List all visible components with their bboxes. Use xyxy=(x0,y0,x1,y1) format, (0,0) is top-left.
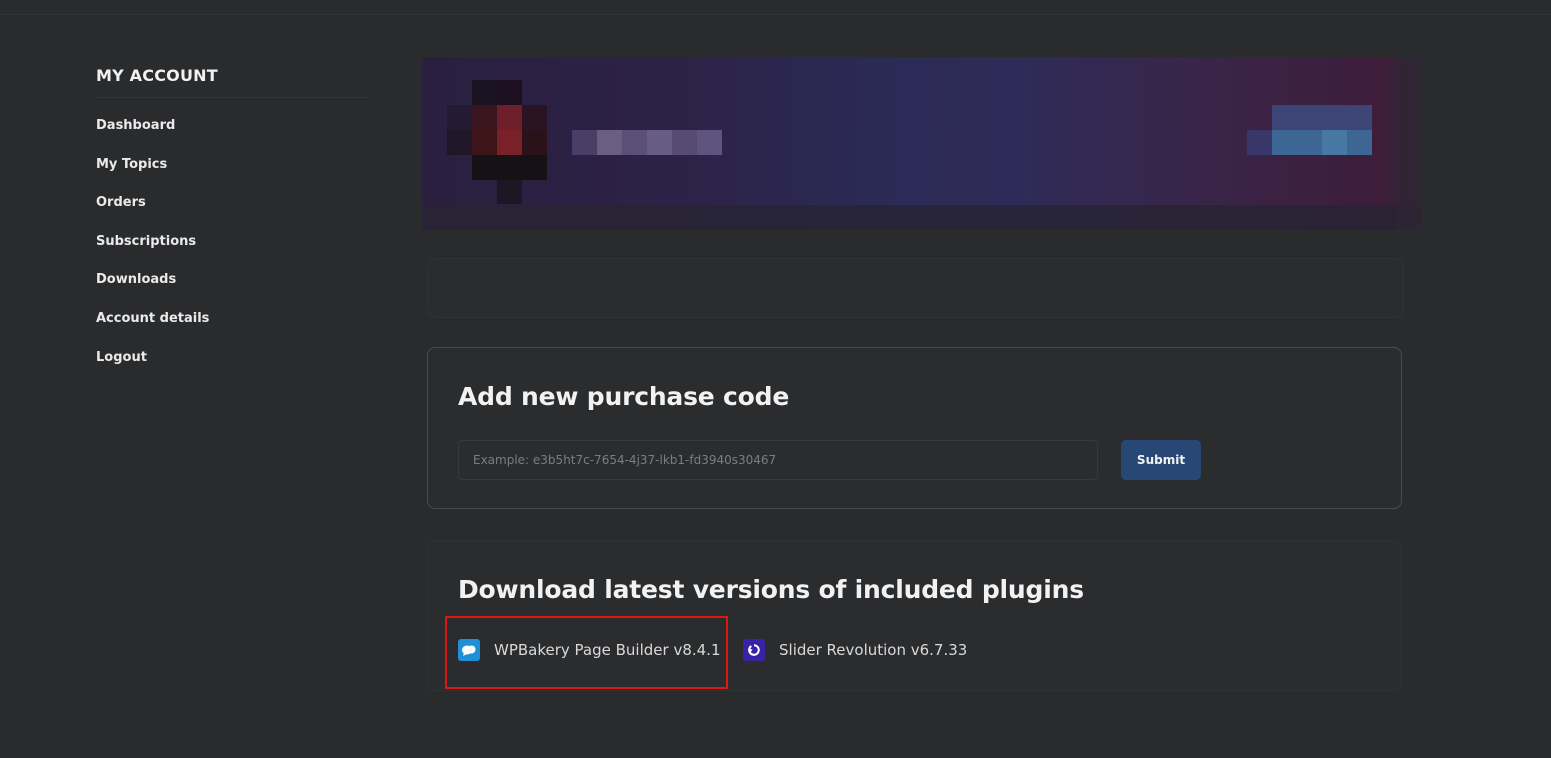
purchase-code-input[interactable] xyxy=(458,440,1098,480)
included-plugins-card: Download latest versions of included plu… xyxy=(427,540,1402,691)
submit-button[interactable]: Submit xyxy=(1121,440,1201,480)
sidebar-title: MY ACCOUNT xyxy=(96,66,368,98)
plugin-label-wpbakery: WPBakery Page Builder v8.4.1 xyxy=(494,641,721,659)
nav-link-downloads[interactable]: Downloads xyxy=(96,272,176,287)
account-sidebar: MY ACCOUNT Dashboard My Topics Orders Su… xyxy=(96,66,368,388)
plugins-heading: Download latest versions of included plu… xyxy=(458,575,1084,604)
purchase-code-heading: Add new purchase code xyxy=(458,382,790,411)
sidebar-item-my-topics: My Topics xyxy=(96,157,368,196)
nav-link-account-details[interactable]: Account details xyxy=(96,311,209,326)
sidebar-item-account-details: Account details xyxy=(96,311,368,350)
sidebar-item-orders: Orders xyxy=(96,195,368,234)
slider-revolution-icon xyxy=(743,639,765,661)
nav-link-logout[interactable]: Logout xyxy=(96,350,147,365)
nav-link-subscriptions[interactable]: Subscriptions xyxy=(96,234,196,249)
purchase-code-card: Add new purchase code Submit xyxy=(427,347,1402,509)
plugin-download-wpbakery[interactable]: WPBakery Page Builder v8.4.1 xyxy=(458,639,721,661)
pixelated-profile-banner xyxy=(422,57,1422,230)
sidebar-item-downloads: Downloads xyxy=(96,272,368,311)
nav-link-my-topics[interactable]: My Topics xyxy=(96,157,167,172)
empty-panel xyxy=(427,258,1404,318)
account-nav: Dashboard My Topics Orders Subscriptions… xyxy=(96,98,368,388)
sidebar-item-logout: Logout xyxy=(96,350,368,389)
sidebar-item-subscriptions: Subscriptions xyxy=(96,234,368,273)
wpbakery-icon xyxy=(458,639,480,661)
nav-link-orders[interactable]: Orders xyxy=(96,195,146,210)
header-divider xyxy=(0,14,1551,15)
nav-link-dashboard[interactable]: Dashboard xyxy=(96,118,175,133)
plugin-download-slider-revolution[interactable]: Slider Revolution v6.7.33 xyxy=(743,639,967,661)
sidebar-item-dashboard: Dashboard xyxy=(96,118,368,157)
plugin-label-slider-revolution: Slider Revolution v6.7.33 xyxy=(779,641,968,659)
